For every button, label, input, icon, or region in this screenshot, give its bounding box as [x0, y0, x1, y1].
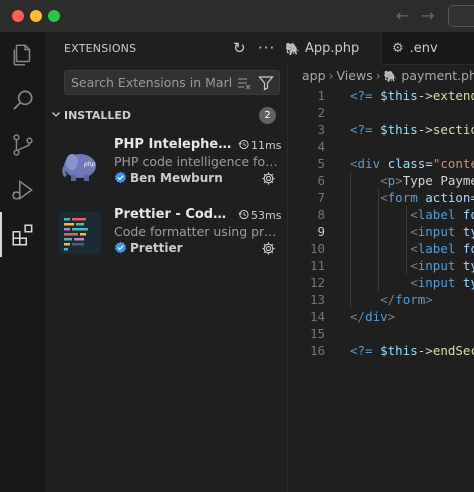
- verified-publisher-icon: [115, 171, 126, 184]
- tab-app-php[interactable]: 🐘 App.php: [285, 32, 382, 65]
- extension-item[interactable]: php PHP Intelephense 11ms PHP code intel…: [45, 132, 288, 202]
- filter-icon[interactable]: [258, 75, 274, 91]
- extension-name: Prettier - Code formatter: [114, 207, 232, 222]
- line-number: 3: [317, 122, 325, 137]
- activation-time: 53ms: [238, 208, 281, 222]
- breadcrumb-item[interactable]: app: [302, 68, 326, 83]
- line-number: 4: [317, 139, 325, 154]
- minimize-window-button[interactable]: [30, 10, 42, 22]
- explorer-icon[interactable]: [0, 32, 45, 77]
- code-line: 8 <label for: [288, 206, 474, 223]
- extensions-sidebar: EXTENSIONS ↻ ··· INSTALLED 2 php PHP Int…: [45, 32, 288, 492]
- code-editor[interactable]: 1<?= $this->extend('layout') 2 3<?= $thi…: [288, 87, 474, 492]
- verified-publisher-icon: [115, 241, 126, 254]
- code-line: 1<?= $this->extend('layout'): [288, 87, 474, 104]
- line-number: 1: [317, 88, 325, 103]
- history-icon: [238, 209, 249, 220]
- zoom-window-button[interactable]: [48, 10, 60, 22]
- extension-publisher: Prettier: [114, 241, 183, 255]
- tab-env[interactable]: ⚙ .env: [392, 32, 438, 65]
- source-control-icon[interactable]: [0, 122, 45, 167]
- line-number: 8: [317, 207, 325, 222]
- extension-search-box: [64, 70, 280, 95]
- code-line: 15: [288, 325, 474, 342]
- code-line: 7 <form action="/": [288, 189, 474, 206]
- extension-item[interactable]: Prettier - Code formatter 53ms Code form…: [45, 202, 288, 272]
- clear-filter-icon[interactable]: [236, 75, 252, 91]
- extension-search-input[interactable]: [71, 71, 231, 94]
- code-line: 2: [288, 104, 474, 121]
- code-line: 13 </form>: [288, 291, 474, 308]
- installed-count-badge: 2: [259, 107, 276, 124]
- code-line: 9 <input type: [288, 223, 474, 240]
- code-line: 14 </div>: [288, 308, 474, 325]
- chevron-down-icon: [52, 112, 60, 117]
- extension-description: PHP code intelligence for Visual Studio …: [114, 154, 279, 169]
- line-number: 15: [309, 326, 325, 341]
- history-icon: [238, 139, 249, 150]
- activation-time-value: 53ms: [251, 209, 282, 222]
- code-line: 3<?= $this->section('content'): [288, 121, 474, 138]
- prettier-icon: [59, 212, 101, 254]
- extension-description: Code formatter using prettier: [114, 224, 279, 239]
- go-forward-icon[interactable]: →: [421, 6, 434, 25]
- code-line: 11 <input type: [288, 257, 474, 274]
- line-number: 14: [309, 309, 325, 324]
- line-number: 2: [317, 105, 325, 120]
- line-number: 6: [317, 173, 325, 188]
- activity-bar: [0, 32, 45, 492]
- line-number: 13: [309, 292, 325, 307]
- line-number: 16: [309, 343, 325, 358]
- extensions-icon[interactable]: [0, 212, 45, 257]
- line-number: 10: [309, 241, 325, 256]
- chevron-right-icon: ›: [375, 68, 381, 83]
- search-icon[interactable]: [0, 77, 45, 122]
- publisher-name: Ben Mewburn: [130, 171, 223, 185]
- line-number: 7: [317, 190, 325, 205]
- current-line-number: 9: [317, 224, 325, 239]
- refresh-icon[interactable]: ↻: [233, 39, 246, 57]
- manage-gear-icon[interactable]: [261, 241, 276, 256]
- run-debug-icon[interactable]: [0, 167, 45, 212]
- chevron-right-icon: ›: [328, 68, 334, 83]
- manage-gear-icon[interactable]: [261, 171, 276, 186]
- breadcrumb-item[interactable]: Views: [337, 68, 373, 83]
- php-elephant-icon: php: [62, 154, 96, 181]
- tab-label: .env: [409, 41, 438, 56]
- gear-icon: ⚙: [392, 41, 404, 56]
- elephant-icon: 🐘: [383, 70, 398, 83]
- code-line: 12 <input type: [288, 274, 474, 291]
- code-line: 5<div class="content">: [288, 155, 474, 172]
- sidebar-title: EXTENSIONS: [64, 42, 137, 55]
- code-line: 6 <p>Type Payment: [288, 172, 474, 189]
- tab-label: App.php: [304, 41, 360, 56]
- activation-time: 11ms: [238, 138, 281, 152]
- more-actions-icon[interactable]: ···: [258, 39, 275, 57]
- line-number: 11: [309, 258, 325, 273]
- publisher-name: Prettier: [130, 241, 183, 255]
- line-number: 5: [317, 156, 325, 171]
- line-number: 12: [309, 275, 325, 290]
- breadcrumb-item[interactable]: payment.php: [401, 68, 474, 83]
- go-back-icon[interactable]: ←: [396, 6, 409, 25]
- close-window-button[interactable]: [12, 10, 24, 22]
- command-center[interactable]: [448, 5, 474, 27]
- code-line: 16<?= $this->endSection(): [288, 342, 474, 359]
- breadcrumb: app›Views›🐘 payment.php: [288, 65, 474, 87]
- code-line: 4: [288, 138, 474, 155]
- activation-time-value: 11ms: [251, 139, 282, 152]
- extension-publisher: Ben Mewburn: [114, 171, 223, 185]
- code-line: 10 <label for: [288, 240, 474, 257]
- section-label: INSTALLED: [64, 109, 132, 122]
- title-bar: ← →: [0, 0, 474, 32]
- installed-section-header[interactable]: INSTALLED 2: [45, 105, 288, 127]
- extension-name: PHP Intelephense: [114, 137, 232, 152]
- elephant-icon: 🐘: [285, 41, 300, 56]
- svg-text:php: php: [83, 161, 96, 168]
- editor-tabs: 🐘 App.php ⚙ .env: [285, 32, 474, 65]
